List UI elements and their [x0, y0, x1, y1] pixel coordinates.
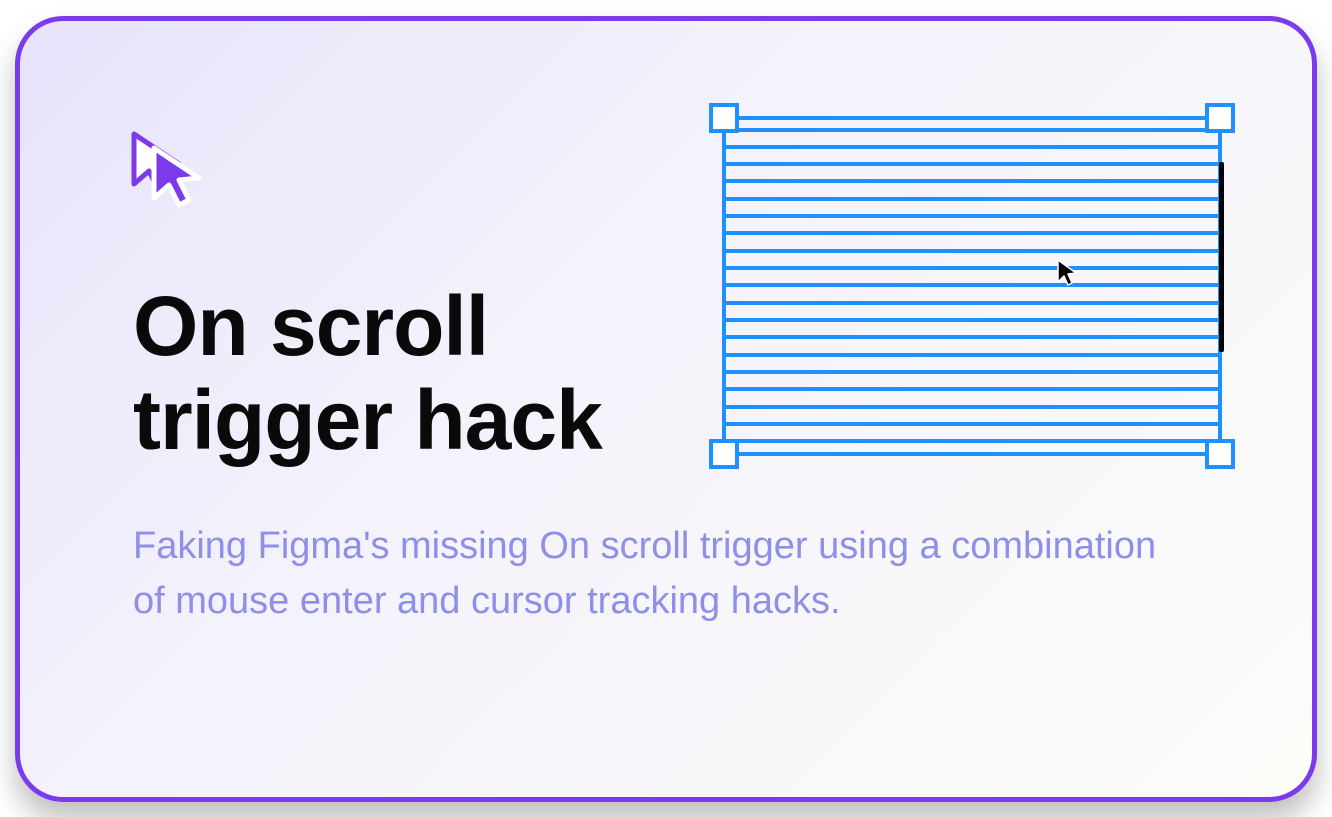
selection-handle-bl [709, 439, 739, 469]
selection-frame-figure [702, 96, 1242, 476]
scrollbar-indicator [1219, 162, 1224, 352]
selection-handle-tr [1205, 103, 1235, 133]
title-line-2: trigger hack [133, 373, 602, 467]
horizontal-lines [726, 120, 1218, 452]
selection-handle-tl [709, 103, 739, 133]
tutorial-card[interactable]: On scroll trigger hack Faking Figma's mi… [15, 16, 1317, 802]
title-line-1: On scroll [133, 279, 488, 373]
selection-handle-br [1205, 439, 1235, 469]
selection-frame [722, 116, 1222, 456]
cursor-icon [1056, 258, 1080, 286]
card-subtitle: Faking Figma's missing On scroll trigger… [133, 519, 1193, 629]
card-title: On scroll trigger hack [133, 279, 602, 467]
double-cursor-icon [123, 129, 211, 209]
